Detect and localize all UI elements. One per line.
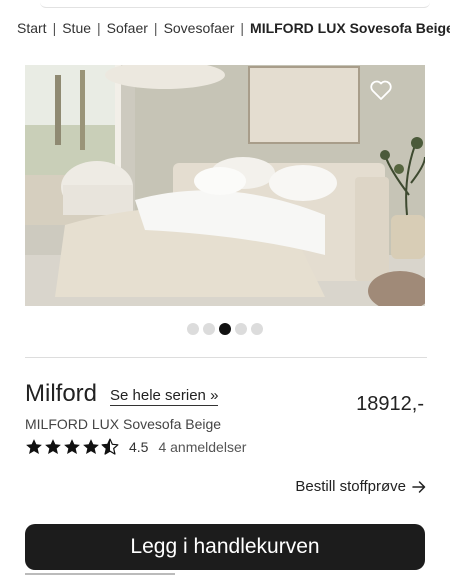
add-to-cart-button[interactable]: Legg i handlekurven [25,524,425,570]
breadcrumb-separator: | [52,20,57,36]
gallery-pagination [0,323,450,335]
breadcrumb-item-sovesofaer[interactable]: Sovesofaer [164,20,235,36]
arrow-right-icon [412,480,426,493]
breadcrumb-separator: | [240,20,245,36]
rating-value: 4.5 [129,439,149,455]
top-bar-edge [40,0,430,8]
star-full-icon [64,439,80,455]
breadcrumb-separator: | [97,20,101,36]
breadcrumb-current: MILFORD LUX Sovesofa Beige [250,20,450,36]
rating-stars [25,438,119,456]
product-image [25,65,425,306]
order-fabric-sample-link[interactable]: Bestill stoffprøve [295,478,426,495]
divider [25,357,427,358]
breadcrumb-item-sofaer[interactable]: Sofaer [107,20,148,36]
review-count-link[interactable]: 4 anmeldelser [158,439,246,455]
product-subtitle: MILFORD LUX Sovesofa Beige [25,416,222,432]
gallery-dot[interactable] [187,323,199,335]
see-series-link[interactable]: Se hele serien » [110,387,219,406]
product-image-gallery[interactable] [25,65,425,306]
product-rating[interactable]: 4.5 4 anmeldelser [25,436,246,458]
product-price: 18912,- [356,393,424,415]
star-full-icon [26,439,42,455]
breadcrumb: Start | Stue | Sofaer | Sovesofaer | MILFORD LUX… [17,20,450,36]
cut-off-content [25,571,175,575]
heart-icon[interactable] [369,79,393,101]
gallery-dot[interactable] [203,323,215,335]
breadcrumb-item-stue[interactable]: Stue [62,20,91,36]
gallery-dot-active[interactable] [219,323,231,335]
fabric-sample-label: Bestill stoffprøve [295,478,406,495]
breadcrumb-separator: | [153,20,158,36]
gallery-dot[interactable] [251,323,263,335]
add-to-cart-label: Legg i handlekurven [130,535,320,558]
gallery-dot[interactable] [235,323,247,335]
star-half-icon [101,438,119,455]
star-full-icon [45,439,61,455]
product-title: Milford [25,380,98,407]
star-full-icon [83,439,99,455]
breadcrumb-item-start[interactable]: Start [17,20,47,36]
